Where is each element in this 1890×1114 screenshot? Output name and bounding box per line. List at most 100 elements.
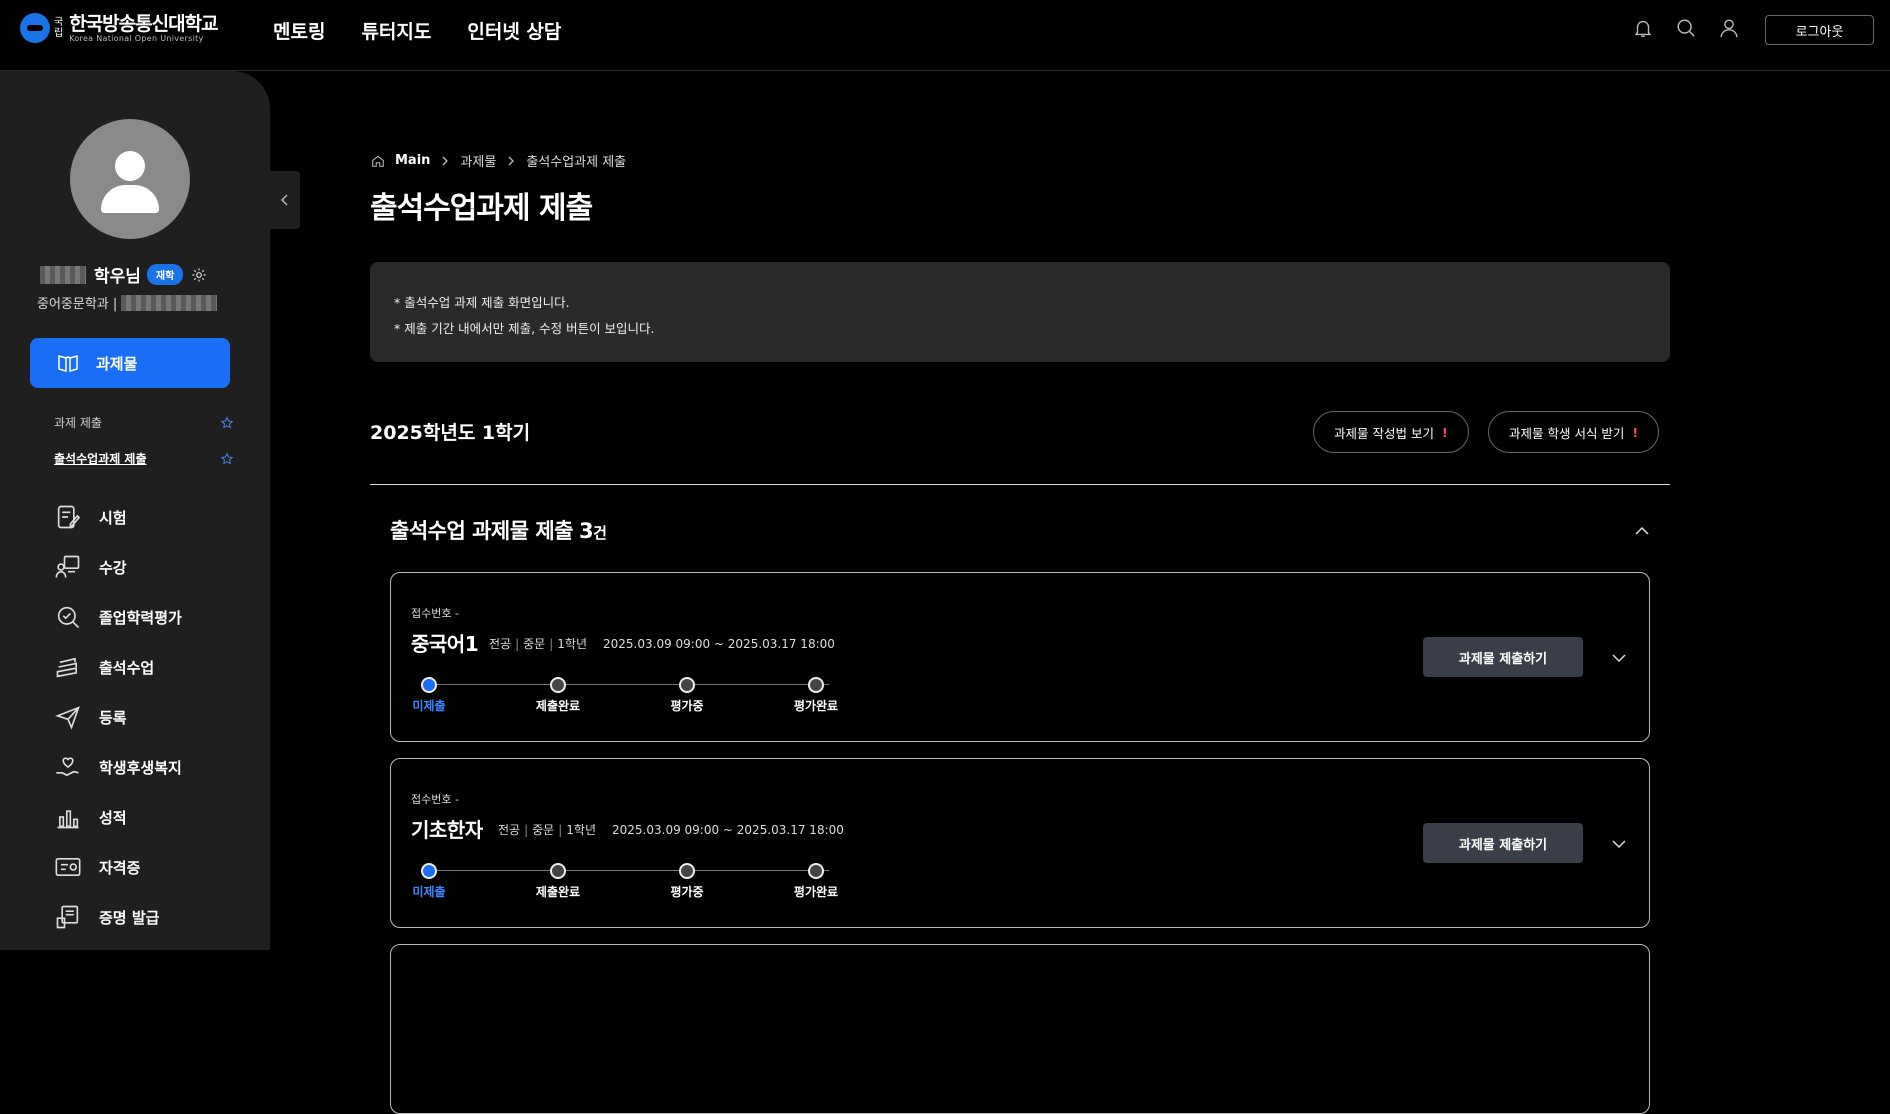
sidebar-item-issuance[interactable]: 증명 발급: [54, 903, 244, 931]
receipt-number: 접수번호 -: [411, 793, 459, 806]
chevron-down-icon[interactable]: [1611, 836, 1627, 852]
sidebar-item-graduation-eval[interactable]: 졸업학력평가: [54, 603, 244, 631]
sidebar-item-attendance[interactable]: 출석수업: [54, 653, 244, 681]
bar-chart-icon: [57, 810, 79, 829]
redacted-name: [40, 265, 86, 284]
notice-line: * 제출 기간 내에서만 제출, 수정 버튼이 보입니다.: [394, 321, 655, 336]
sidebar-item-assignment[interactable]: 과제물: [30, 338, 230, 388]
course-year: 1학년: [566, 823, 596, 837]
submit-assignment-button[interactable]: 과제물 제출하기: [1423, 637, 1583, 677]
star-icon[interactable]: [220, 452, 234, 466]
step-evaluated: 평가완료: [786, 677, 846, 714]
department-name: 중어중문학과 |: [37, 297, 118, 312]
step-evaluating: 평가중: [657, 677, 717, 714]
submit-assignment-button[interactable]: 과제물 제출하기: [1423, 823, 1583, 863]
sidebar-item-label: 증명 발급: [99, 908, 160, 927]
notice-box: * 출석수업 과제 제출 화면입니다. * 제출 기간 내에서만 제출, 수정 …: [370, 262, 1670, 362]
sidebar-item-label: 등록: [99, 708, 127, 727]
nav-tutor[interactable]: 튜터지도: [361, 17, 431, 44]
user-icon[interactable]: [1718, 17, 1740, 39]
sidebar-sub-attendance-submit[interactable]: 출석수업과제 제출: [54, 450, 234, 467]
search-icon[interactable]: [1675, 17, 1697, 39]
writing-guide-label: 과제물 작성법 보기: [1334, 425, 1434, 441]
step-dot: [421, 863, 437, 879]
chevron-up-icon[interactable]: [1633, 522, 1651, 540]
nav-mentoring[interactable]: 멘토링: [273, 17, 325, 44]
logo-subtitle: Korea National Open University: [69, 33, 204, 43]
course-meta: 전공 | 중문 | 1학년 2025.03.09 09:00 ~ 2025.03.1…: [498, 821, 844, 838]
page-title: 출석수업과제 제출: [370, 191, 593, 226]
assignment-card: 접수번호 - 기초한자 전공 | 중문 | 1학년 2025.03.09 09:00…: [390, 758, 1650, 928]
course-name: 기초한자: [411, 818, 483, 842]
step-dot: [550, 863, 566, 879]
chevron-left-icon: [281, 194, 288, 206]
book-icon: [58, 355, 78, 372]
heart-hand-icon: [56, 757, 79, 777]
department-info: 중어중문학과 |: [37, 293, 218, 312]
paper-plane-icon: [55, 706, 80, 730]
step-label: 평가중: [670, 699, 704, 713]
meta-separator: |: [515, 636, 520, 651]
step-dot: [679, 677, 695, 693]
alert-mark-icon: !: [1441, 424, 1448, 440]
sidebar-item-welfare[interactable]: 학생후생복지: [54, 753, 244, 781]
home-icon[interactable]: [371, 154, 385, 168]
sidebar-item-exam[interactable]: 시험: [54, 503, 244, 531]
section-count-unit: 건: [593, 524, 607, 542]
breadcrumb: Main 과제물 출석수업과제 제출: [371, 151, 626, 170]
sidebar-item-label: 과제물: [96, 354, 138, 373]
breadcrumb-main[interactable]: Main: [395, 153, 430, 168]
chevron-down-icon[interactable]: [1611, 650, 1627, 666]
sidebar-sub-assignment-submit[interactable]: 과제 제출: [54, 414, 234, 431]
sidebar-collapse-button[interactable]: [270, 171, 300, 229]
main-nav: 멘토링 튜터지도 인터넷 상담: [273, 17, 561, 44]
step-label: 제출완료: [535, 885, 581, 899]
course-type: 전공: [489, 637, 512, 651]
gear-icon[interactable]: [191, 267, 207, 283]
course-meta: 전공 | 중문 | 1학년 2025.03.09 09:00 ~ 2025.03.1…: [489, 635, 835, 652]
sidebar-sub-label: 출석수업과제 제출: [54, 452, 147, 466]
sidebar-item-label: 자격증: [99, 858, 141, 877]
sidebar-item-course[interactable]: 수강: [54, 553, 244, 581]
step-dot: [421, 677, 437, 693]
logout-button[interactable]: 로그아웃: [1765, 15, 1874, 45]
writing-guide-button[interactable]: 과제물 작성법 보기 !: [1313, 411, 1469, 453]
avatar-body-shape: [101, 185, 159, 213]
step-submitted: 제출완료: [528, 677, 588, 714]
assignment-card: [390, 944, 1650, 1114]
assignment-card: 접수번호 - 중국어1 전공 | 중문 | 1학년 2025.03.09 09:00…: [390, 572, 1650, 742]
step-evaluated: 평가완료: [786, 863, 846, 900]
step-dot: [679, 863, 695, 879]
bell-icon[interactable]: [1632, 17, 1654, 39]
student-form-download-button[interactable]: 과제물 학생 서식 받기 !: [1488, 411, 1660, 453]
logo-emblem-icon: [20, 13, 50, 43]
step-label: 평가완료: [793, 885, 839, 899]
logo-name: 한국방송통신대학교: [69, 12, 218, 35]
sidebar-item-certificate[interactable]: 자격증: [54, 853, 244, 881]
step-label: 평가중: [670, 885, 704, 899]
header-icons: [1632, 17, 1740, 39]
university-logo[interactable]: 국 립 한국방송통신대학교 Korea National Open Univer…: [20, 12, 219, 43]
submission-period: 2025.03.09 09:00 ~ 2025.03.17 18:00: [612, 822, 844, 837]
semester-label: 2025학년도 1학기: [370, 422, 531, 444]
logo-text: 한국방송통신대학교 Korea National Open University: [69, 12, 218, 43]
step-not-submitted: 미제출: [399, 677, 459, 714]
document-issue-icon: [56, 905, 79, 929]
nav-online-counsel[interactable]: 인터넷 상담: [467, 17, 561, 44]
sidebar-item-grades[interactable]: 성적: [54, 803, 244, 831]
breadcrumb-current: 출석수업과제 제출: [526, 155, 627, 170]
redacted-student-id: [121, 294, 218, 311]
progress-steps: 미제출 제출완료 평가중 평가완료: [411, 863, 851, 903]
section-count: 3: [579, 519, 594, 543]
notice-line: * 출석수업 과제 제출 화면입니다.: [394, 295, 570, 310]
sidebar-sub-label: 과제 제출: [54, 416, 102, 430]
alert-mark-icon: !: [1632, 424, 1639, 440]
sidebar-item-label: 졸업학력평가: [99, 608, 182, 627]
sidebar-item-registration[interactable]: 등록: [54, 703, 244, 731]
star-icon[interactable]: [220, 416, 234, 430]
breadcrumb-assignment[interactable]: 과제물: [460, 151, 496, 170]
meta-separator: |: [549, 636, 554, 651]
logo-kr-top: 국: [54, 17, 64, 28]
section-title: 출석수업 과제물 제출 3건: [390, 515, 607, 545]
step-dot: [808, 677, 824, 693]
